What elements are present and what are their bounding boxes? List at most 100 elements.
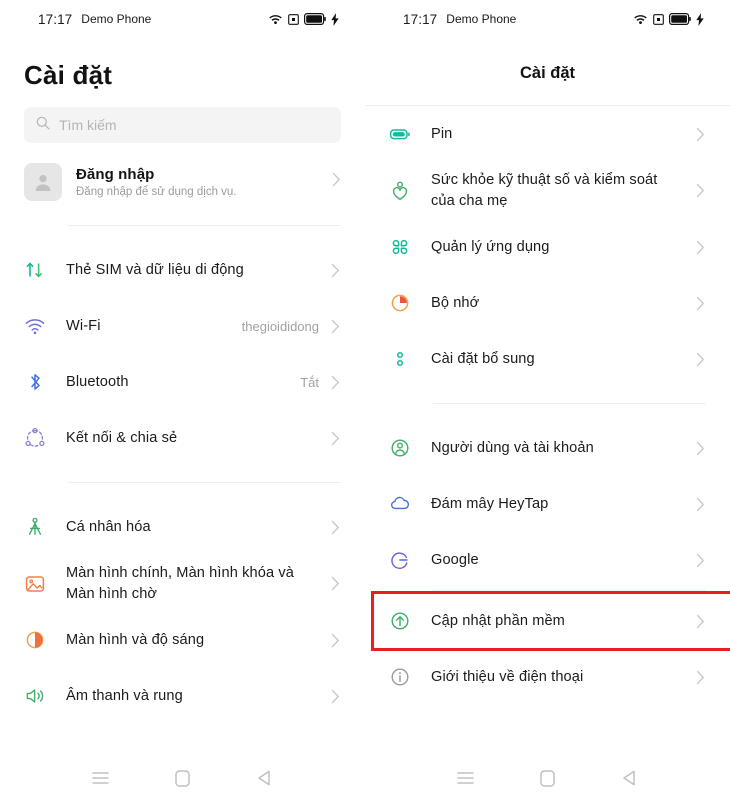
cast-icon — [288, 13, 299, 25]
list-item-label: Giới thiệu về điện thoại — [431, 669, 584, 686]
list-item-label: Wi-Fi — [66, 317, 101, 334]
cast-icon — [653, 13, 664, 25]
list-item-google[interactable]: Google — [365, 532, 730, 588]
section-divider — [433, 403, 706, 405]
list-item-label: Đám mây HeyTap — [431, 496, 549, 513]
chevron-right-icon — [331, 319, 343, 334]
recents-button[interactable] — [446, 771, 486, 785]
chevron-right-icon — [696, 183, 708, 198]
brightness-icon — [24, 629, 66, 651]
personalize-compass-icon — [24, 516, 66, 538]
account-subtitle: Đăng nhập để sử dụng dịch vụ. — [76, 186, 237, 198]
back-button[interactable] — [244, 770, 284, 786]
list-item-sound-vibration[interactable]: Âm thanh và rung — [0, 668, 365, 724]
chevron-right-icon — [331, 431, 343, 446]
back-button[interactable] — [609, 770, 649, 786]
list-item-sim[interactable]: Thẻ SIM và dữ liệu di động — [0, 242, 365, 298]
chevron-right-icon — [332, 172, 341, 192]
list-item-heytap-cloud[interactable]: Đám mây HeyTap — [365, 476, 730, 532]
home-button[interactable] — [162, 769, 202, 787]
software-update-icon — [389, 610, 431, 632]
account-row[interactable]: Đăng nhập Đăng nhập để sử dụng dịch vụ. — [0, 143, 365, 219]
list-item-label: Sức khỏe kỹ thuật số và kiểm soát của ch… — [431, 172, 658, 209]
settings-list-left: Thẻ SIM và dữ liệu di động Wi-Fi thegioi… — [0, 242, 365, 756]
list-item-label: Kết nối & chia sẻ — [66, 429, 178, 446]
digital-wellbeing-icon — [389, 180, 431, 202]
recents-button[interactable] — [81, 771, 121, 785]
list-item-label: Âm thanh và rung — [66, 688, 183, 705]
bluetooth-icon — [24, 371, 66, 393]
list-item-label: Quản lý ứng dụng — [431, 239, 550, 256]
chevron-right-icon — [331, 375, 343, 390]
settings-list-right: Pin Sức khỏe kỹ thuật số và kiểm soát củ… — [365, 106, 730, 756]
account-text: Đăng nhập Đăng nhập để sử dụng dịch vụ. — [76, 166, 318, 198]
wifi-icon — [633, 13, 648, 25]
sound-vibration-icon — [24, 685, 66, 707]
list-item-label: Màn hình và độ sáng — [66, 632, 205, 649]
status-icons — [268, 12, 339, 26]
list-item-label: Bộ nhớ — [431, 295, 480, 312]
list-item-label: Màn hình chính, Màn hình khóa và Màn hìn… — [66, 565, 294, 602]
list-item-label: Cài đặt bổ sung — [431, 351, 535, 368]
list-item-label: Pin — [431, 125, 453, 142]
list-item-homescreen[interactable]: Màn hình chính, Màn hình khóa và Màn hìn… — [0, 555, 365, 612]
list-item-additional-settings[interactable]: Cài đặt bổ sung — [365, 331, 730, 387]
list-item-software-update[interactable]: Cập nhật phần mềm — [365, 591, 730, 652]
battery-icon — [304, 13, 326, 25]
status-bar: 17:17 Demo Phone — [365, 0, 730, 38]
list-item-wifi[interactable]: Wi-Fi thegioididong — [0, 298, 365, 354]
settings-group-connectivity: Thẻ SIM và dữ liệu di động Wi-Fi thegioi… — [0, 242, 365, 466]
status-time: 17:17 — [38, 11, 73, 27]
list-item-about-phone[interactable]: Giới thiệu về điện thoại — [365, 649, 730, 705]
list-item-bluetooth[interactable]: Bluetooth Tắt — [0, 354, 365, 410]
wallpaper-icon — [24, 573, 66, 595]
list-item-label: Người dùng và tài khoản — [431, 440, 594, 457]
search-placeholder: Tìm kiếm — [59, 117, 117, 133]
additional-settings-icon — [389, 348, 431, 370]
battery-icon — [669, 13, 691, 25]
home-button[interactable] — [527, 769, 567, 787]
settings-group-accounts: Người dùng và tài khoản Đám mây HeyTap G… — [365, 420, 730, 705]
list-item-app-management[interactable]: Quản lý ứng dụng — [365, 219, 730, 275]
chevron-right-icon — [696, 497, 708, 512]
list-item-connection-share[interactable]: Kết nối & chia sẻ — [0, 410, 365, 466]
chevron-right-icon — [696, 441, 708, 456]
chevron-right-icon — [696, 127, 708, 142]
charging-bolt-icon — [696, 12, 704, 26]
chevron-right-icon — [696, 670, 708, 685]
navigation-bar — [365, 756, 730, 800]
chevron-right-icon — [696, 240, 708, 255]
search-icon — [36, 116, 50, 135]
app-management-icon — [389, 236, 431, 258]
dual-phone-screenshot: 17:17 Demo Phone Cài đặt Tìm kiếm Đăng n… — [0, 0, 730, 800]
status-carrier: Demo Phone — [81, 12, 152, 26]
status-time: 17:17 — [403, 11, 438, 27]
status-bar: 17:17 Demo Phone — [0, 0, 365, 38]
chevron-right-icon — [331, 263, 343, 278]
list-item-label: Cập nhật phần mềm — [431, 613, 565, 630]
list-item-display-brightness[interactable]: Màn hình và độ sáng — [0, 612, 365, 668]
list-item-digital-wellbeing[interactable]: Sức khỏe kỹ thuật số và kiểm soát của ch… — [365, 162, 730, 219]
status-icons — [633, 12, 704, 26]
info-icon — [389, 666, 431, 688]
list-item-personalization[interactable]: Cá nhân hóa — [0, 499, 365, 555]
page-title: Cài đặt — [519, 64, 575, 82]
page-title: Cài đặt — [24, 60, 113, 90]
chevron-right-icon — [331, 520, 343, 535]
section-divider — [68, 482, 341, 483]
list-item-battery[interactable]: Pin — [365, 106, 730, 162]
navigation-bar — [0, 756, 365, 800]
section-divider — [68, 225, 341, 226]
chevron-right-icon — [696, 553, 708, 568]
list-item-storage[interactable]: Bộ nhớ — [365, 275, 730, 331]
list-item-label: Cá nhân hóa — [66, 518, 151, 535]
charging-bolt-icon — [331, 12, 339, 26]
list-item-label: Google — [431, 552, 479, 569]
chevron-right-icon — [331, 689, 343, 704]
chevron-right-icon — [331, 633, 343, 648]
search-section: Tìm kiếm — [0, 107, 365, 143]
users-accounts-icon — [389, 437, 431, 459]
list-item-users-accounts[interactable]: Người dùng và tài khoản — [365, 420, 730, 476]
search-input[interactable]: Tìm kiếm — [24, 107, 341, 143]
section-divider — [433, 590, 706, 592]
